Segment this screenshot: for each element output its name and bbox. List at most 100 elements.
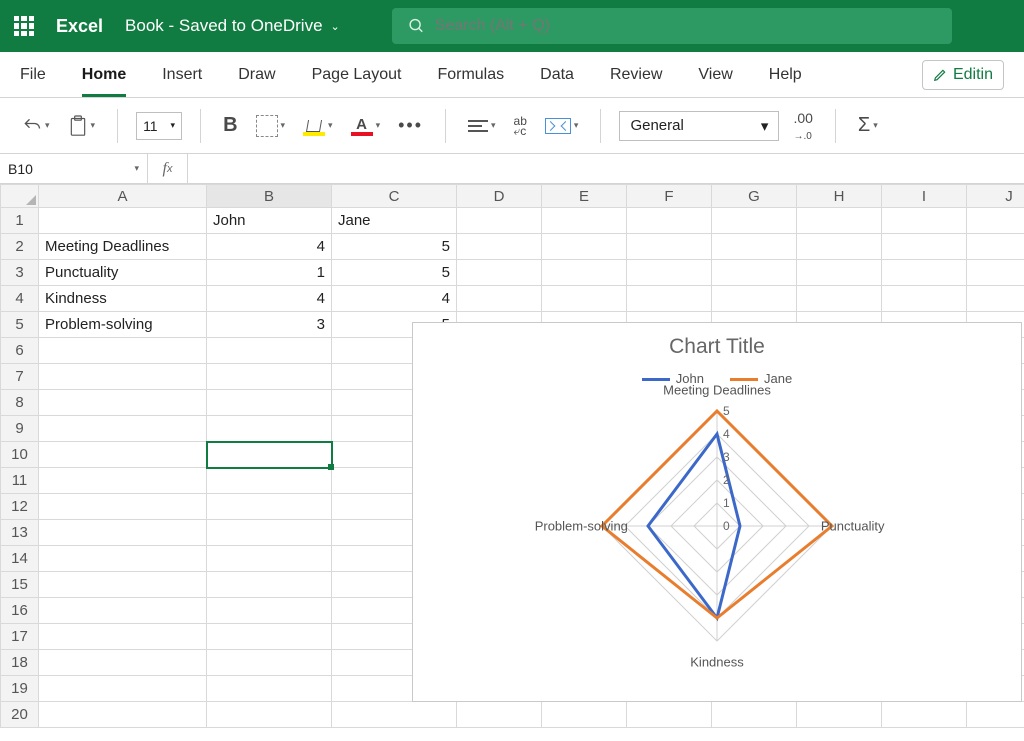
- cell-B12[interactable]: [207, 494, 332, 520]
- cell-F4[interactable]: [627, 286, 712, 312]
- fill-color-button[interactable]: ▾: [299, 112, 337, 140]
- row-header-6[interactable]: 6: [1, 338, 39, 364]
- cell-J20[interactable]: [967, 702, 1024, 728]
- row-header-12[interactable]: 12: [1, 494, 39, 520]
- tab-page-layout[interactable]: Page Layout: [312, 66, 402, 84]
- cell-B18[interactable]: [207, 650, 332, 676]
- tab-review[interactable]: Review: [610, 66, 662, 84]
- cell-A16[interactable]: [39, 598, 207, 624]
- cell-H2[interactable]: [797, 234, 882, 260]
- tab-formulas[interactable]: Formulas: [437, 66, 504, 84]
- row-header-14[interactable]: 14: [1, 546, 39, 572]
- tab-data[interactable]: Data: [540, 66, 574, 84]
- undo-button[interactable]: ▾: [18, 112, 54, 140]
- column-header-D[interactable]: D: [457, 185, 542, 208]
- cell-B15[interactable]: [207, 572, 332, 598]
- cell-A7[interactable]: [39, 364, 207, 390]
- cell-H20[interactable]: [797, 702, 882, 728]
- cell-D4[interactable]: [457, 286, 542, 312]
- row-header-17[interactable]: 17: [1, 624, 39, 650]
- cell-C20[interactable]: [332, 702, 457, 728]
- cell-C3[interactable]: 5: [332, 260, 457, 286]
- tab-file[interactable]: File: [20, 66, 46, 84]
- document-title[interactable]: Book - Saved to OneDrive ⌄: [125, 16, 340, 36]
- cell-F2[interactable]: [627, 234, 712, 260]
- cell-B13[interactable]: [207, 520, 332, 546]
- cell-J1[interactable]: [967, 208, 1024, 234]
- chart-title[interactable]: Chart Title: [413, 335, 1021, 359]
- cell-A9[interactable]: [39, 416, 207, 442]
- cell-E2[interactable]: [542, 234, 627, 260]
- row-header-4[interactable]: 4: [1, 286, 39, 312]
- wrap-text-button[interactable]: ab⤶c: [510, 112, 531, 140]
- cell-J2[interactable]: [967, 234, 1024, 260]
- cell-B7[interactable]: [207, 364, 332, 390]
- merge-button[interactable]: ▾: [541, 114, 583, 138]
- cell-D1[interactable]: [457, 208, 542, 234]
- cell-F20[interactable]: [627, 702, 712, 728]
- cell-B2[interactable]: 4: [207, 234, 332, 260]
- row-header-3[interactable]: 3: [1, 260, 39, 286]
- row-header-1[interactable]: 1: [1, 208, 39, 234]
- row-header-15[interactable]: 15: [1, 572, 39, 598]
- column-header-E[interactable]: E: [542, 185, 627, 208]
- cell-G20[interactable]: [712, 702, 797, 728]
- cell-A10[interactable]: [39, 442, 207, 468]
- column-header-I[interactable]: I: [882, 185, 967, 208]
- cell-A17[interactable]: [39, 624, 207, 650]
- cell-F1[interactable]: [627, 208, 712, 234]
- cell-A20[interactable]: [39, 702, 207, 728]
- row-header-2[interactable]: 2: [1, 234, 39, 260]
- cell-E4[interactable]: [542, 286, 627, 312]
- search-box[interactable]: [392, 8, 952, 44]
- cell-D2[interactable]: [457, 234, 542, 260]
- paste-button[interactable]: ▾: [64, 110, 100, 142]
- cell-B20[interactable]: [207, 702, 332, 728]
- cell-H3[interactable]: [797, 260, 882, 286]
- cell-A14[interactable]: [39, 546, 207, 572]
- cell-J4[interactable]: [967, 286, 1024, 312]
- cell-A8[interactable]: [39, 390, 207, 416]
- cell-B19[interactable]: [207, 676, 332, 702]
- cell-B10[interactable]: [207, 442, 332, 468]
- search-input[interactable]: [435, 17, 936, 35]
- cell-B9[interactable]: [207, 416, 332, 442]
- number-format-select[interactable]: General ▾: [619, 111, 779, 141]
- cell-G4[interactable]: [712, 286, 797, 312]
- decimal-button[interactable]: .00→.0: [789, 106, 816, 146]
- cell-B4[interactable]: 4: [207, 286, 332, 312]
- cell-B3[interactable]: 1: [207, 260, 332, 286]
- column-header-J[interactable]: J: [967, 185, 1024, 208]
- cell-A5[interactable]: Problem-solving: [39, 312, 207, 338]
- cell-A6[interactable]: [39, 338, 207, 364]
- row-header-13[interactable]: 13: [1, 520, 39, 546]
- cell-E1[interactable]: [542, 208, 627, 234]
- column-header-G[interactable]: G: [712, 185, 797, 208]
- tab-insert[interactable]: Insert: [162, 66, 202, 84]
- row-header-8[interactable]: 8: [1, 390, 39, 416]
- cell-A15[interactable]: [39, 572, 207, 598]
- cell-A11[interactable]: [39, 468, 207, 494]
- cell-B6[interactable]: [207, 338, 332, 364]
- row-header-10[interactable]: 10: [1, 442, 39, 468]
- cell-A13[interactable]: [39, 520, 207, 546]
- cell-J3[interactable]: [967, 260, 1024, 286]
- borders-button[interactable]: ▾: [252, 111, 290, 141]
- tab-help[interactable]: Help: [769, 66, 802, 84]
- row-header-11[interactable]: 11: [1, 468, 39, 494]
- cell-F3[interactable]: [627, 260, 712, 286]
- column-header-F[interactable]: F: [627, 185, 712, 208]
- chart-object[interactable]: Chart Title JohnJane Meeting DeadlinesPu…: [412, 322, 1022, 702]
- cell-A19[interactable]: [39, 676, 207, 702]
- cell-A2[interactable]: Meeting Deadlines: [39, 234, 207, 260]
- row-header-5[interactable]: 5: [1, 312, 39, 338]
- cell-A3[interactable]: Punctuality: [39, 260, 207, 286]
- cell-H1[interactable]: [797, 208, 882, 234]
- row-header-9[interactable]: 9: [1, 416, 39, 442]
- cell-A4[interactable]: Kindness: [39, 286, 207, 312]
- cell-A18[interactable]: [39, 650, 207, 676]
- cell-I20[interactable]: [882, 702, 967, 728]
- cell-I1[interactable]: [882, 208, 967, 234]
- row-header-19[interactable]: 19: [1, 676, 39, 702]
- cell-I4[interactable]: [882, 286, 967, 312]
